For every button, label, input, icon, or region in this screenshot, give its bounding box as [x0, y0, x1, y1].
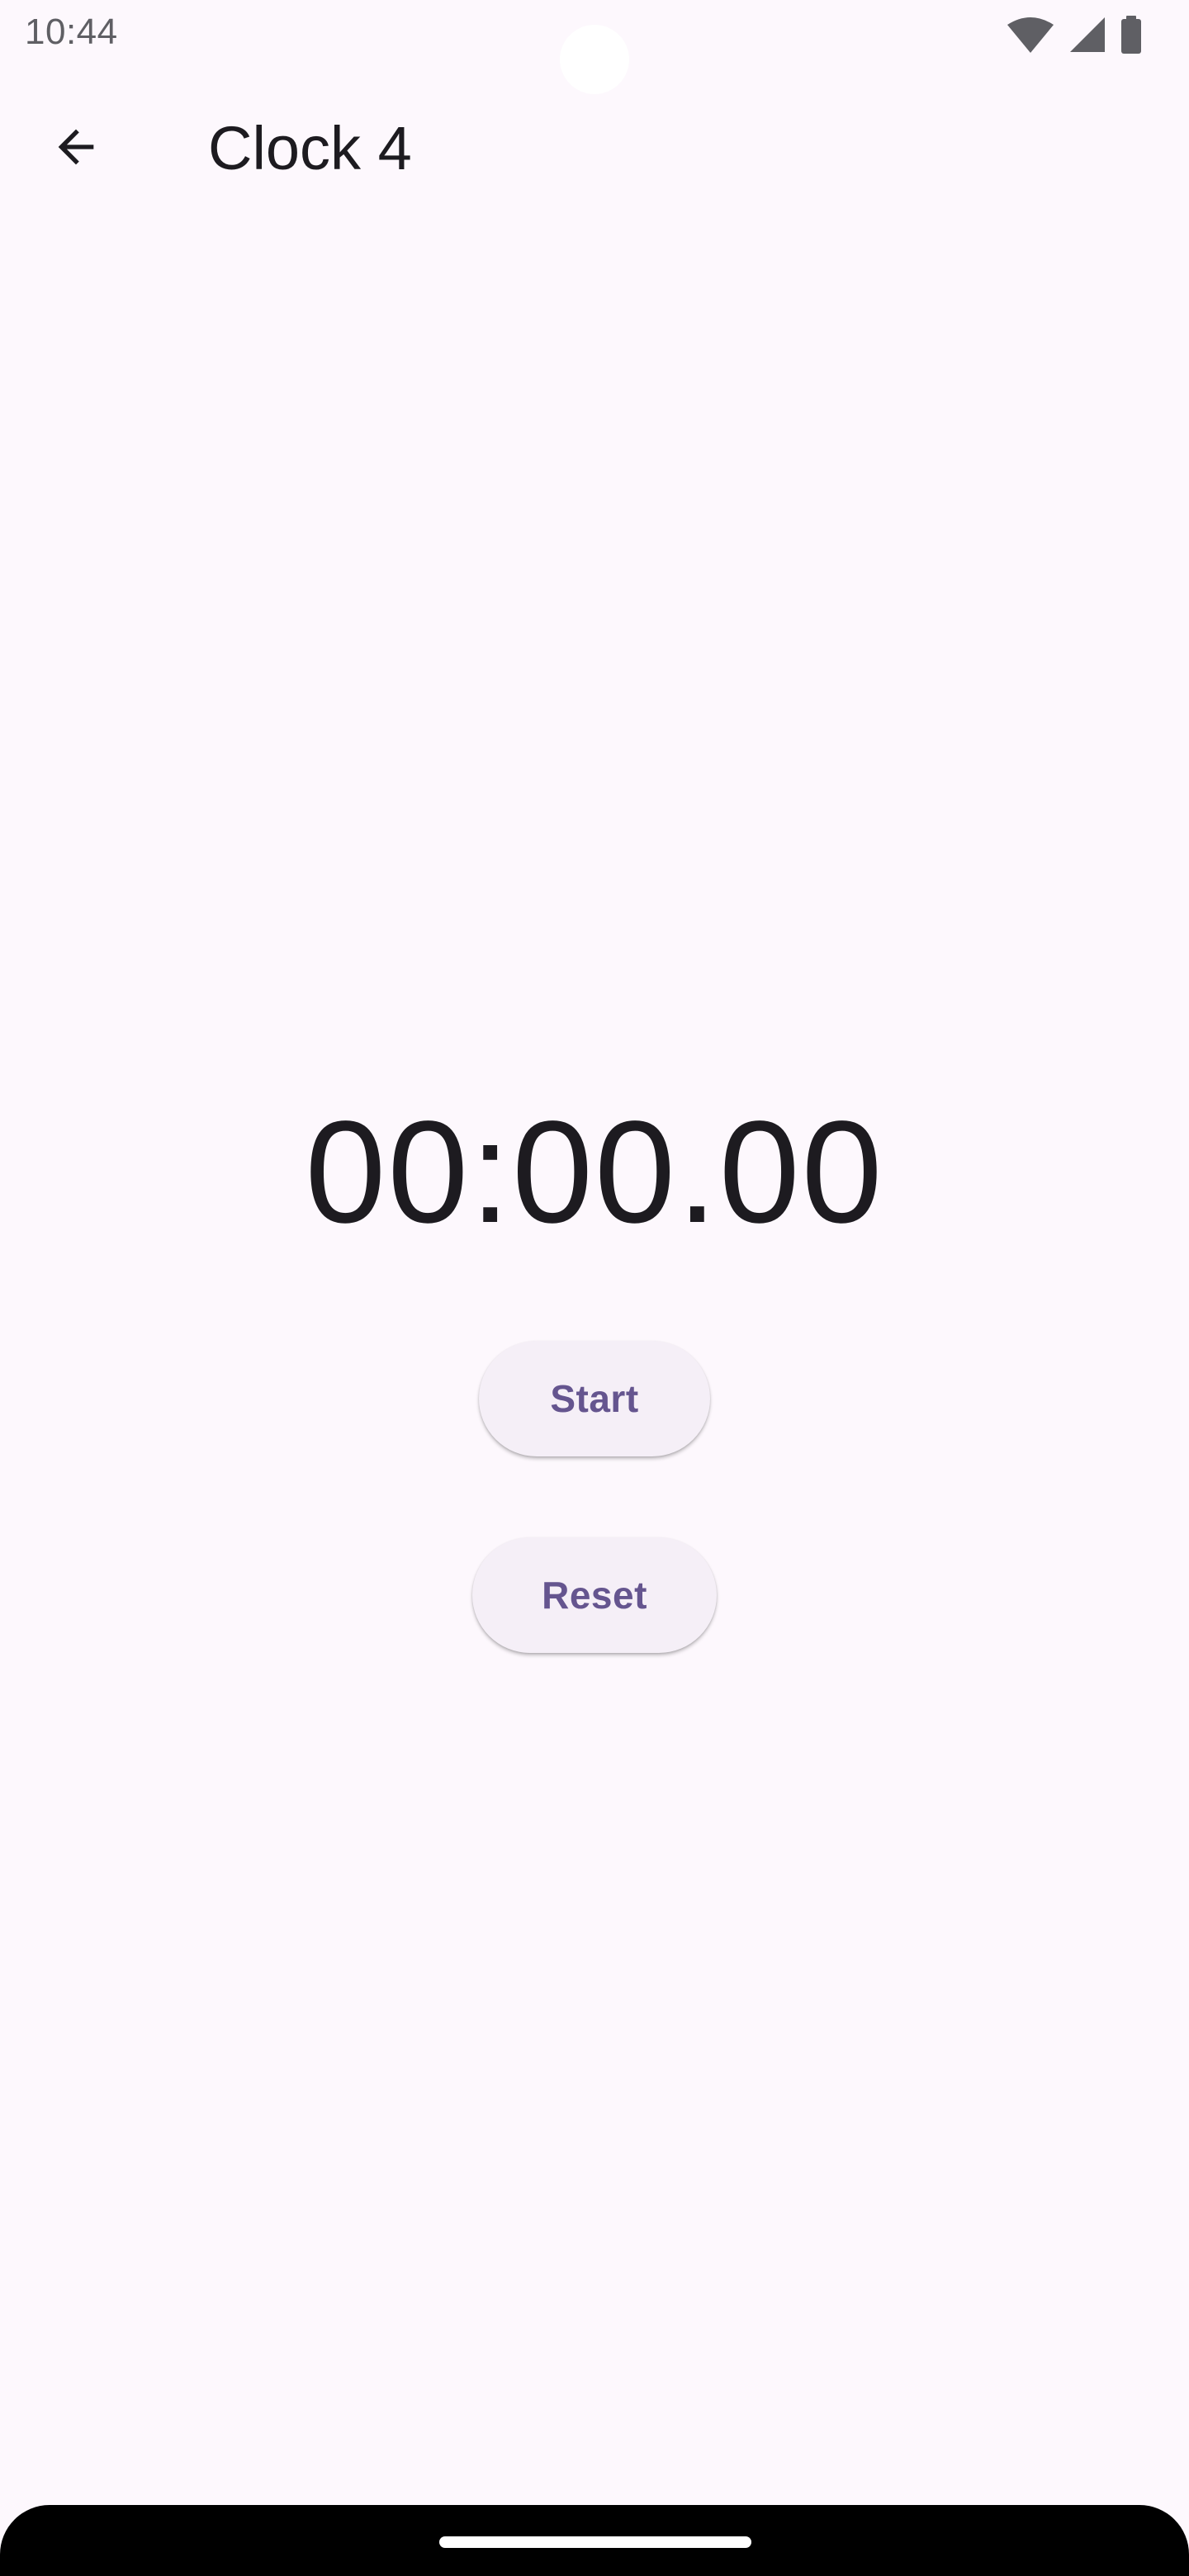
reset-button-label: Reset: [542, 1574, 647, 1617]
wifi-icon: [1006, 17, 1055, 53]
back-button[interactable]: [36, 109, 116, 188]
camera-cutout: [560, 25, 629, 94]
status-icons: [1006, 15, 1143, 54]
page-title: Clock 4: [208, 114, 412, 182]
status-bar: 10:44: [0, 0, 1189, 94]
top-app-bar: Clock 4: [0, 91, 1189, 206]
home-gesture-handle[interactable]: [439, 2536, 751, 2548]
cellular-signal-icon: [1068, 16, 1106, 54]
start-button[interactable]: Start: [479, 1341, 710, 1456]
arrow-back-icon: [50, 121, 102, 178]
navigation-bar: [0, 2505, 1189, 2576]
start-button-label: Start: [550, 1377, 639, 1420]
battery-icon: [1120, 16, 1143, 54]
status-time: 10:44: [25, 12, 118, 52]
stopwatch-display: 00:00.00: [305, 1091, 884, 1253]
reset-button[interactable]: Reset: [472, 1537, 717, 1653]
